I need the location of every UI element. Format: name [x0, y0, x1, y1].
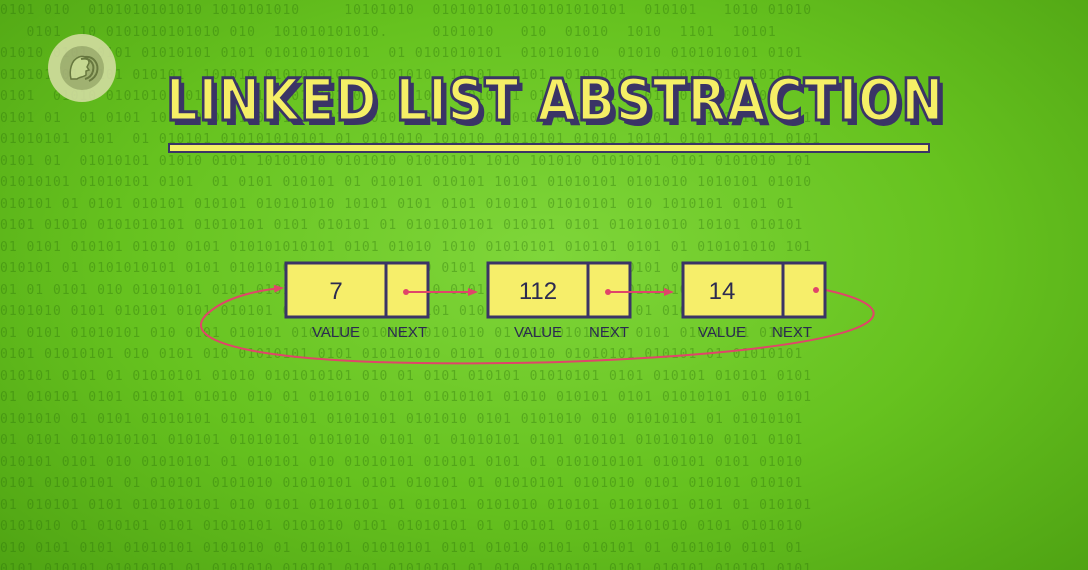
node-1-next-label: NEXT	[387, 324, 427, 341]
node-2-value: 112	[519, 278, 557, 305]
node-3: 14 VALUE NEXT	[681, 261, 827, 341]
linked-list-diagram: 7 VALUE NEXT 112 VALUE NEXT 14 VALUE NEX…	[200, 261, 875, 365]
node-2-next-label: NEXT	[589, 324, 629, 341]
node-3-pointer-dot	[813, 287, 819, 293]
node-2-value-label: VALUE	[514, 324, 562, 341]
node-1-value: 7	[329, 278, 342, 305]
node-3-next-label: NEXT	[772, 324, 812, 341]
node-3-value: 14	[709, 278, 736, 305]
node-3-value-label: VALUE	[698, 324, 746, 341]
node-2: 112 VALUE NEXT	[486, 261, 632, 341]
node-1: 7 VALUE NEXT	[284, 261, 430, 341]
node-1-value-label: VALUE	[312, 324, 360, 341]
